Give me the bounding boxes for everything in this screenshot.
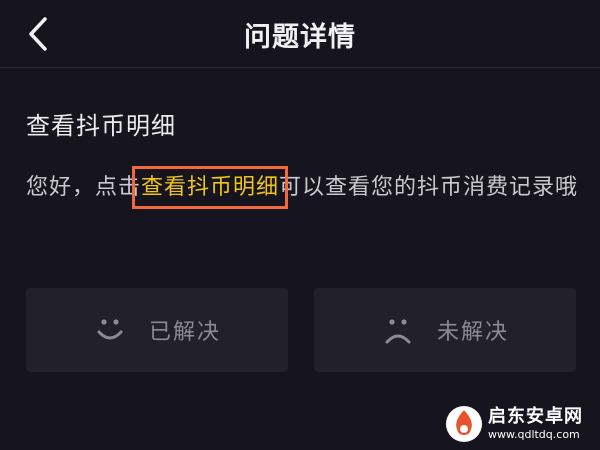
watermark-text: 启东安卓网 www.qdltdq.com [488, 406, 583, 441]
answer-text: 您好，点击查看抖币明细可以查看您的抖币消费记录哦 [26, 166, 586, 209]
page-title: 问题详情 [244, 22, 356, 53]
resolved-label: 已解决 [148, 320, 221, 345]
unresolved-button[interactable]: 未解决 [314, 288, 576, 372]
smile-face-icon [97, 319, 123, 340]
sad-face-icon [385, 319, 411, 344]
coin-details-link[interactable]: 查看抖币明细 [132, 166, 289, 209]
answer-text-after: 可以查看您的抖币消费记录哦 [279, 175, 579, 200]
watermark-logo-icon [446, 406, 482, 442]
watermark: 启东安卓网 www.qdltdq.com [444, 402, 594, 446]
watermark-url: www.qdltdq.com [488, 428, 580, 441]
watermark-main: 启东安卓网 [488, 406, 583, 427]
unresolved-label: 未解决 [436, 320, 509, 345]
question-title: 查看抖币明细 [26, 112, 176, 140]
resolved-button[interactable]: 已解决 [26, 288, 288, 372]
screen: 问题详情 查看抖币明细 您好，点击查看抖币明细可以查看您的抖币消费记录哦 已解决… [0, 0, 600, 450]
nav-header: 问题详情 [0, 0, 600, 68]
answer-text-before: 您好，点击 [26, 175, 142, 200]
